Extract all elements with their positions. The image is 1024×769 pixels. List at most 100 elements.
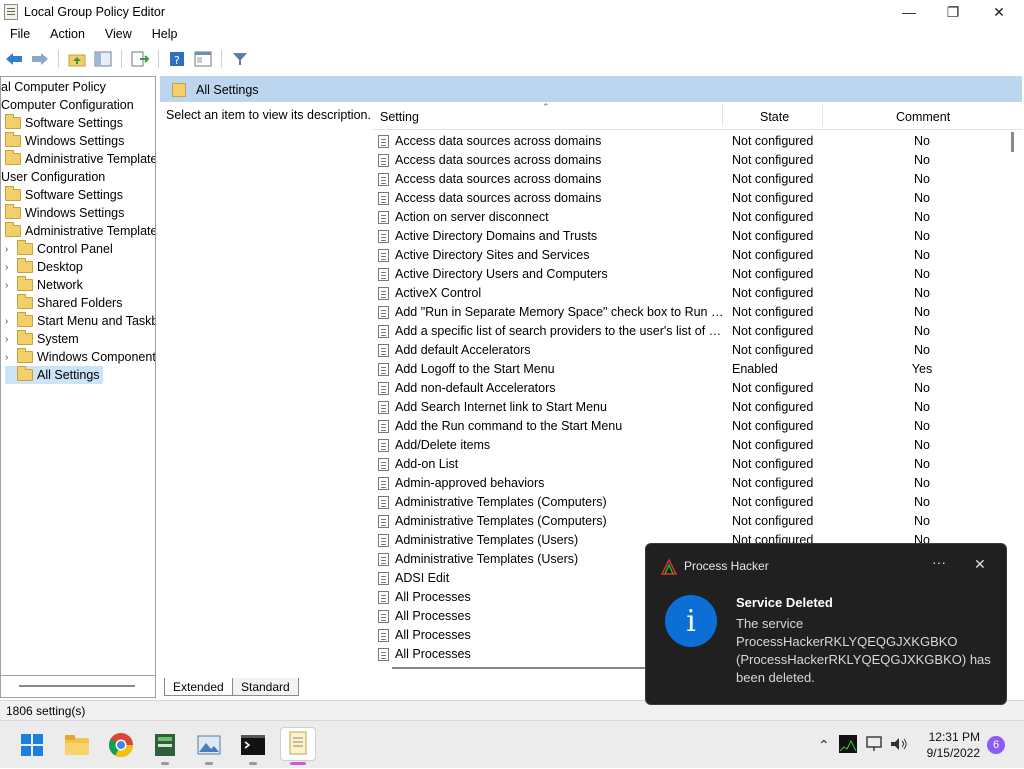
table-row[interactable]: Add the Run command to the Start Menu Not… — [372, 417, 1012, 436]
tree-node[interactable]: Administrative Templates — [5, 222, 155, 240]
table-row[interactable]: Add "Run in Separate Memory Space" check… — [372, 303, 1012, 322]
column-state[interactable]: State — [760, 110, 789, 124]
notepad-icon[interactable] — [280, 727, 316, 761]
menu-view[interactable]: View — [95, 27, 142, 41]
notification-badge[interactable]: 6 — [987, 736, 1005, 754]
column-setting[interactable]: Setting — [380, 110, 419, 124]
tree-node[interactable]: User Configuration — [1, 168, 105, 186]
windows-start-icon[interactable] — [18, 731, 46, 759]
table-row[interactable]: Add non-default Accelerators Not configur… — [372, 379, 1012, 398]
table-row[interactable]: Active Directory Sites and Services Not c… — [372, 246, 1012, 265]
tree-node[interactable]: › Control Panel — [5, 240, 113, 258]
setting-state: Not configured — [732, 495, 814, 509]
table-row[interactable]: Add-on List Not configured No — [372, 455, 1012, 474]
toolbar-separator — [58, 50, 59, 68]
tree-node[interactable]: › Desktop — [5, 258, 83, 276]
chevron-right-icon[interactable]: › — [5, 334, 17, 345]
column-divider[interactable] — [722, 104, 723, 126]
network-icon[interactable] — [866, 736, 884, 752]
toolbar-separator — [221, 50, 222, 68]
up-folder-icon[interactable] — [67, 49, 87, 69]
tree-node[interactable]: Software Settings — [5, 186, 123, 204]
table-row[interactable]: Active Directory Users and Computers Not … — [372, 265, 1012, 284]
clock-date: 9/15/2022 — [926, 746, 980, 760]
show-hide-tree-icon[interactable] — [93, 49, 113, 69]
policy-setting-icon — [378, 629, 389, 642]
column-comment[interactable]: Comment — [896, 110, 950, 124]
notification-toast[interactable]: Process Hacker ··· ✕ i Service Deleted T… — [645, 543, 1007, 705]
table-row[interactable]: Add/Delete items Not configured No — [372, 436, 1012, 455]
column-divider[interactable] — [822, 104, 823, 126]
image-viewer-icon[interactable] — [195, 731, 223, 759]
close-button[interactable]: ✕ — [976, 0, 1022, 24]
server-manager-icon[interactable] — [151, 731, 179, 759]
tree-node-label: al Computer Policy — [1, 80, 106, 94]
clock[interactable]: 12:31 PM 9/15/2022 — [920, 729, 980, 761]
table-row[interactable]: Admin-approved behaviors Not configured No — [372, 474, 1012, 493]
chevron-right-icon[interactable]: › — [5, 244, 17, 255]
menu-file[interactable]: File — [0, 27, 40, 41]
export-list-icon[interactable] — [130, 49, 150, 69]
chevron-up-icon[interactable]: ⌃ — [818, 737, 830, 754]
menu-action[interactable]: Action — [40, 27, 95, 41]
tree-node[interactable]: Windows Settings — [5, 204, 124, 222]
tree-node[interactable]: › Windows Component — [5, 348, 155, 366]
chevron-right-icon[interactable]: › — [5, 280, 17, 291]
table-row[interactable]: ActiveX Control Not configured No — [372, 284, 1012, 303]
setting-state: Not configured — [732, 267, 814, 281]
chevron-right-icon[interactable]: › — [5, 262, 17, 273]
properties-icon[interactable] — [193, 49, 213, 69]
table-row[interactable]: Administrative Templates (Computers) Not … — [372, 493, 1012, 512]
chevron-right-icon[interactable]: › — [5, 352, 17, 363]
process-hacker-tray-icon[interactable] — [839, 735, 857, 753]
restore-button[interactable]: ❐ — [930, 0, 976, 24]
tree-node[interactable]: All Settings — [5, 366, 103, 384]
table-row[interactable]: Add Logoff to the Start Menu Enabled Yes — [372, 360, 1012, 379]
file-explorer-icon[interactable] — [63, 731, 91, 759]
volume-icon[interactable] — [890, 736, 908, 752]
setting-name: Access data sources across domains — [395, 191, 602, 205]
pane-title: All Settings — [196, 83, 259, 97]
scrollbar-thumb[interactable] — [19, 685, 135, 687]
chevron-right-icon[interactable]: › — [5, 316, 17, 327]
toast-close-icon[interactable]: ✕ — [974, 556, 986, 573]
tree-node[interactable]: › Start Menu and Taskba — [5, 312, 155, 330]
tree-node[interactable]: Software Settings — [5, 114, 123, 132]
help-icon[interactable]: ? — [167, 49, 187, 69]
table-row[interactable]: Active Directory Domains and Trusts Not c… — [372, 227, 1012, 246]
table-row[interactable]: Access data sources across domains Not co… — [372, 151, 1012, 170]
tree-node[interactable]: Computer Configuration — [1, 96, 134, 114]
minimize-button[interactable]: — — [886, 0, 932, 24]
forward-icon[interactable] — [30, 49, 50, 69]
vertical-scrollbar[interactable] — [1011, 132, 1014, 152]
table-row[interactable]: Access data sources across domains Not co… — [372, 170, 1012, 189]
more-options-icon[interactable]: ··· — [932, 554, 946, 570]
table-row[interactable]: Add default Accelerators Not configured No — [372, 341, 1012, 360]
terminal-icon[interactable] — [239, 731, 267, 759]
chrome-icon[interactable] — [107, 731, 135, 759]
tree-node[interactable]: al Computer Policy — [1, 78, 106, 96]
table-row[interactable]: Administrative Templates (Computers) Not … — [372, 512, 1012, 531]
menu-help[interactable]: Help — [142, 27, 188, 41]
tree-node[interactable]: › Network — [5, 276, 83, 294]
tab-extended[interactable]: Extended — [164, 678, 233, 696]
setting-name: Administrative Templates (Computers) — [395, 495, 607, 509]
filter-icon[interactable] — [230, 49, 250, 69]
tree-horizontal-scrollbar[interactable] — [0, 676, 156, 698]
tree-node-label: Control Panel — [37, 242, 113, 256]
table-row[interactable]: Access data sources across domains Not co… — [372, 132, 1012, 151]
tree-node[interactable]: Windows Settings — [5, 132, 124, 150]
table-row[interactable]: Add a specific list of search providers … — [372, 322, 1012, 341]
tree-node[interactable]: Shared Folders — [5, 294, 122, 312]
setting-comment: No — [914, 172, 930, 186]
tree-node[interactable]: Administrative Templates — [5, 150, 155, 168]
tree-node[interactable]: › System — [5, 330, 79, 348]
setting-name: Active Directory Domains and Trusts — [395, 229, 598, 243]
tree-node-label: Software Settings — [25, 116, 123, 130]
tab-standard[interactable]: Standard — [232, 678, 299, 696]
table-row[interactable]: Add Search Internet link to Start Menu No… — [372, 398, 1012, 417]
setting-comment: No — [914, 400, 930, 414]
table-row[interactable]: Access data sources across domains Not co… — [372, 189, 1012, 208]
table-row[interactable]: Action on server disconnect Not configure… — [372, 208, 1012, 227]
back-icon[interactable] — [4, 49, 24, 69]
